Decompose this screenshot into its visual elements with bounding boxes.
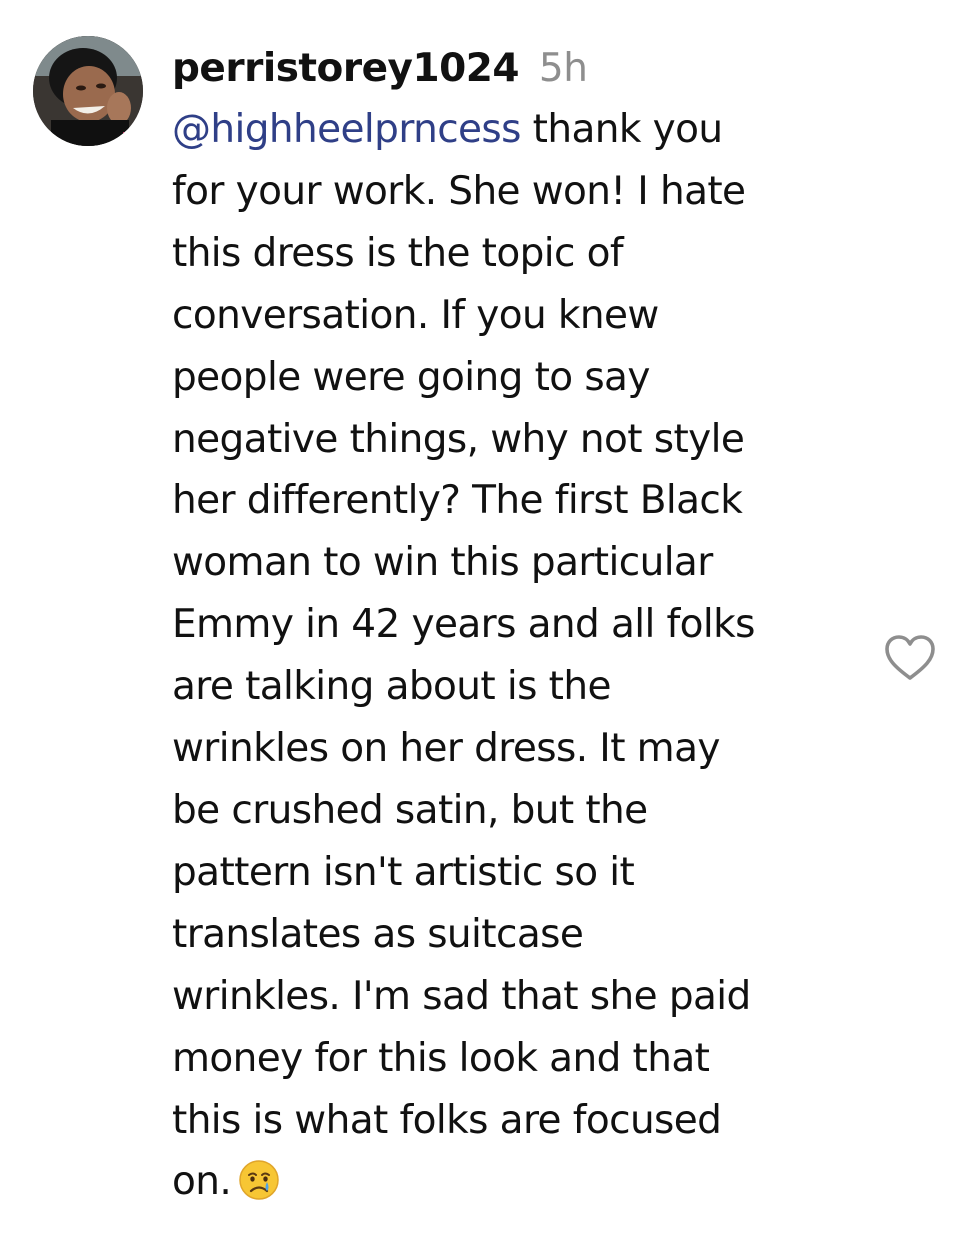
comment-line: negative things, why not style — [172, 416, 745, 462]
comment-line: conversation. If you knew — [172, 292, 659, 338]
comment-header: perristorey1024 5h — [172, 40, 862, 98]
comment-line: this dress is the topic of — [172, 230, 624, 276]
comment-line: translates as suitcase — [172, 911, 584, 957]
comment-line: pattern isn't artistic so it — [172, 849, 635, 895]
comment-line: wrinkles. I'm sad that she paid — [172, 973, 751, 1019]
comment-body: perristorey1024 5h @highheelprncess than… — [172, 40, 862, 1213]
comment-line: money for this look and that — [172, 1035, 710, 1081]
heart-outline-icon — [885, 635, 935, 680]
comment-line: Emmy in 42 years and all folks — [172, 602, 755, 648]
comment-text-segment: on. — [172, 1159, 232, 1205]
comment-line: be crushed satin, but the — [172, 787, 648, 833]
mention-link[interactable]: @highheelprncess — [172, 107, 521, 152]
avatar-photo — [33, 36, 143, 146]
comment-line: woman to win this particular — [172, 540, 713, 586]
comment-line: are talking about is the — [172, 664, 611, 710]
comment-text: @highheelprncess thank you for your work… — [172, 99, 862, 1213]
comment-line: people were going to say — [172, 354, 650, 400]
timestamp[interactable]: 5h — [539, 46, 588, 91]
comment-line: this is what folks are focused — [172, 1097, 722, 1143]
comment-line: her differently? The first Black — [172, 478, 743, 524]
crying-face-emoji — [237, 1158, 281, 1202]
comment-text-segment: thank you — [520, 107, 723, 152]
avatar[interactable] — [33, 36, 143, 146]
comment-line: on. — [172, 1151, 862, 1213]
comment-line: wrinkles on her dress. It may — [172, 726, 720, 772]
comment-line: @highheelprncess thank you — [172, 99, 862, 161]
comment-line: for your work. She won! I hate — [172, 168, 746, 214]
like-button[interactable] — [883, 633, 937, 683]
username-link[interactable]: perristorey1024 — [172, 46, 520, 91]
comment: perristorey1024 5h @highheelprncess than… — [0, 0, 980, 1234]
